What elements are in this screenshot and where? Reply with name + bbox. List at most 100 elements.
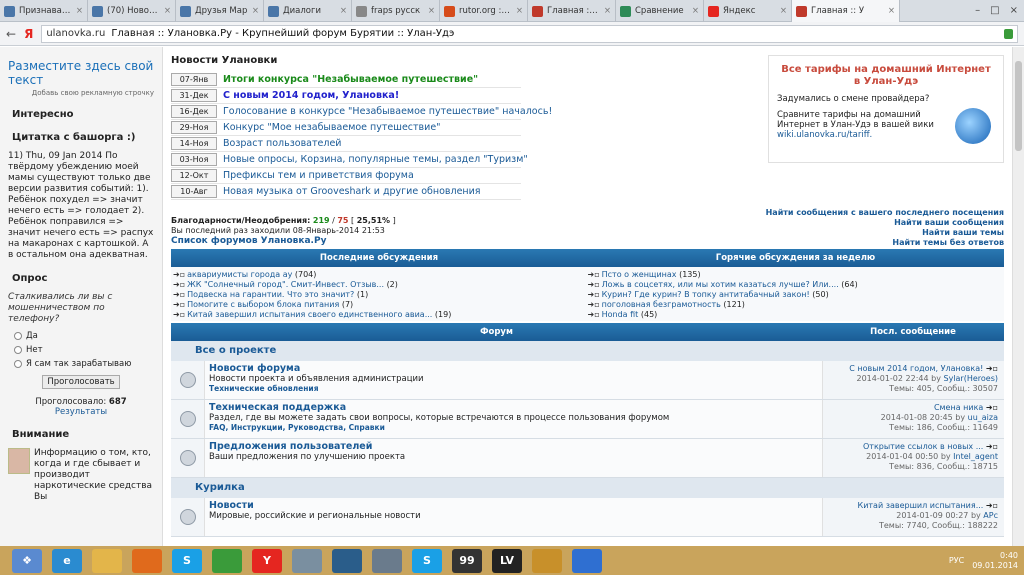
last-post-link[interactable]: Смена ника (934, 403, 983, 412)
fraps-icon[interactable]: 99 (452, 548, 482, 573)
tab-7[interactable]: Сравнение × (616, 0, 704, 22)
poll-option[interactable]: Да (14, 331, 148, 341)
close-tab-icon[interactable]: × (164, 6, 171, 16)
topic-link[interactable]: аквариумисты города ау (187, 270, 292, 279)
steam-icon[interactable] (332, 548, 362, 573)
windows-start-icon[interactable]: ❖ (12, 548, 42, 573)
close-tab-icon[interactable]: × (428, 6, 435, 16)
news-link[interactable]: Префиксы тем и приветствия форума (223, 170, 414, 181)
yandex-browser-icon[interactable]: Y (252, 548, 282, 573)
last-post-link[interactable]: Открытие ссылок в новых ... (863, 442, 983, 451)
results-link[interactable]: Результаты (55, 407, 107, 417)
tab-2[interactable]: Друзья Мар × (176, 0, 264, 22)
news-item[interactable]: 31-Дек С новым 2014 годом, Улановка! (171, 88, 521, 104)
yandex-logo-icon[interactable]: Я (24, 27, 33, 41)
news-link[interactable]: Возраст пользователей (223, 138, 341, 149)
tab-6[interactable]: Главная :: У × (528, 0, 616, 22)
paint-icon[interactable] (292, 548, 322, 573)
close-tab-icon[interactable]: × (252, 6, 259, 16)
discussion-cell[interactable]: ➜▫ Ложь в соцсетях, или мы хотим казаться… (588, 280, 1003, 289)
subforum-link[interactable]: FAQ, Инструкции, Руководства, Справки (209, 423, 385, 432)
tariff-ad[interactable]: Все тарифы на домашний Интернет в Улан-У… (768, 55, 1004, 163)
forum-name-link[interactable]: Новости форума (209, 363, 300, 374)
topic-link[interactable]: Китай завершил испытания своего единстве… (187, 310, 432, 319)
close-icon[interactable]: × (1010, 5, 1018, 16)
news-link[interactable]: Голосование в конкурсе "Незабываемое пут… (223, 106, 552, 117)
adv-title-link[interactable]: Разместите здесь свой текст (8, 59, 154, 87)
last-post-link[interactable]: Китай завершил испытания... (858, 501, 984, 510)
radio-button[interactable] (14, 346, 22, 354)
forums-list-link[interactable]: Список форумов Улановка.Ру (171, 236, 326, 246)
close-tab-icon[interactable]: × (692, 6, 699, 16)
close-tab-icon[interactable]: × (604, 6, 611, 16)
discussion-cell[interactable]: ➜▫ Подвеска на гарантии. Что это значит? … (173, 290, 588, 299)
poll-option[interactable]: Я сам так зарабатываю (14, 359, 148, 369)
vote-button[interactable]: Проголосовать (42, 375, 120, 389)
goto-post-icon[interactable]: ➜▫ (983, 364, 998, 373)
ad-wiki-link[interactable]: wiki.ulanovka.ru/tariff. (777, 130, 872, 140)
news-link[interactable]: Новые опросы, Корзина, популярные темы, … (223, 154, 528, 165)
topic-link[interactable]: Подвеска на гарантии. Что это значит? (187, 290, 354, 299)
news-link[interactable]: Конкурс "Мое незабываемое путешествие" (223, 122, 441, 133)
topic-link[interactable]: поголовная безграмотность (602, 300, 721, 309)
search-link[interactable]: Найти темы без ответов (766, 238, 1004, 248)
goto-post-icon[interactable]: ➜▫ (983, 501, 998, 510)
radio-button[interactable] (14, 360, 22, 368)
radio-button[interactable] (14, 332, 22, 340)
ie-icon[interactable]: e (52, 548, 82, 573)
discussion-cell[interactable]: ➜▫ Китай завершил испытания своего единст… (173, 310, 588, 319)
news-link[interactable]: Итоги конкурса "Незабываемое путешествие… (223, 74, 478, 85)
news-link[interactable]: Новая музыка от Grooveshark и другие обн… (223, 186, 481, 197)
scrollbar-thumb[interactable] (1015, 61, 1022, 151)
last-post-user[interactable]: Intel_agent (953, 452, 998, 461)
news-item[interactable]: 14-Ноя Возраст пользователей (171, 136, 521, 152)
chrome-icon[interactable] (212, 548, 242, 573)
news-item[interactable]: 03-Ноя Новые опросы, Корзина, популярные … (171, 152, 528, 168)
last-post-user[interactable]: APc (983, 511, 998, 520)
topic-link[interactable]: ЖК "Солнечный город". Смит-Инвест. Отзыв… (187, 280, 384, 289)
back-icon[interactable]: ← (6, 27, 16, 41)
discussion-cell[interactable]: ➜▫ ЖК "Солнечный город". Смит-Инвест. Отз… (173, 280, 588, 289)
tab-1[interactable]: (70) Новости × (88, 0, 176, 22)
maximize-icon[interactable]: □ (990, 5, 999, 16)
discussion-cell[interactable]: ➜▫ Псто о женщинах (135) (588, 270, 1003, 279)
tab-0[interactable]: Признавайтес × (0, 0, 88, 22)
minimize-icon[interactable]: – (975, 5, 980, 16)
close-tab-icon[interactable]: × (888, 6, 895, 16)
topic-link[interactable]: Помогите с выбором блока питания (187, 300, 339, 309)
search-link[interactable]: Найти ваши темы (766, 228, 1004, 238)
news-item[interactable]: 12-Окт Префиксы тем и приветствия форума (171, 168, 521, 184)
discussion-cell[interactable]: ➜▫ аквариумисты города ау (704) (173, 270, 588, 279)
address-field[interactable]: ulanovka.ru Главная :: Улановка.Ру - Кру… (41, 24, 1018, 43)
search-link[interactable]: Найти ваши сообщения (766, 218, 1004, 228)
lv-icon[interactable]: LV (492, 548, 522, 573)
last-post-link[interactable]: С новым 2014 годом, Улановка! (849, 364, 983, 373)
calc-icon[interactable] (372, 548, 402, 573)
search-link[interactable]: Найти сообщения с вашего последнего посе… (766, 208, 1004, 218)
goto-post-icon[interactable]: ➜▫ (983, 442, 998, 451)
news-item[interactable]: 07-Янв Итоги конкурса "Незабываемое путеш… (171, 72, 521, 88)
itunes-icon[interactable] (572, 548, 602, 573)
tab-3[interactable]: Диалоги × (264, 0, 352, 22)
folder-icon[interactable] (92, 548, 122, 573)
poll-option[interactable]: Нет (14, 345, 148, 355)
topic-link[interactable]: Honda fit (602, 310, 639, 319)
discussion-cell[interactable]: ➜▫ Honda fit (45) (588, 310, 1003, 319)
tab-4[interactable]: fraps русск × (352, 0, 440, 22)
close-tab-icon[interactable]: × (76, 6, 83, 16)
clock[interactable]: 0:40 09.01.2014 (972, 551, 1018, 571)
tab-8[interactable]: Яндекс × (704, 0, 792, 22)
category-project[interactable]: Все о проекте (171, 341, 1004, 361)
goto-post-icon[interactable]: ➜▫ (983, 403, 998, 412)
category-smoking-room[interactable]: Курилка (171, 478, 1004, 498)
news-item[interactable]: 29-Ноя Конкурс "Мое незабываемое путешест… (171, 120, 521, 136)
language-indicator[interactable]: РУС (949, 556, 964, 565)
forum-name-link[interactable]: Предложения пользователей (209, 441, 372, 452)
skype2-icon[interactable]: S (412, 548, 442, 573)
topic-link[interactable]: Ложь в соцсетях, или мы хотим казаться л… (602, 280, 839, 289)
discussion-cell[interactable]: ➜▫ Курин? Где курин? В топку антитабачный… (588, 290, 1003, 299)
last-post-user[interactable]: Sylar(Heroes) (943, 374, 998, 383)
subforum-link[interactable]: Технические обновления (209, 384, 319, 393)
page-scrollbar[interactable] (1012, 47, 1024, 546)
tab-5[interactable]: rutor.org :: Г × (440, 0, 528, 22)
